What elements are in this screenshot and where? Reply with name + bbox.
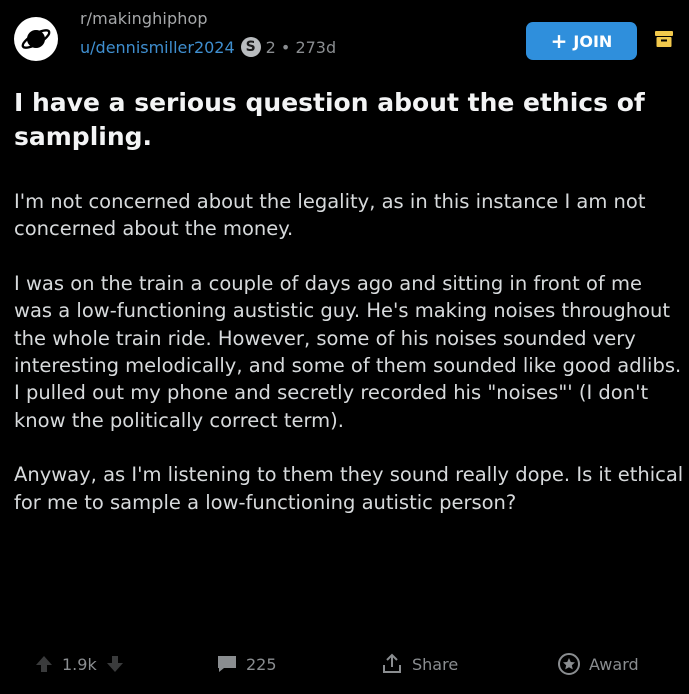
award-icon	[558, 653, 580, 675]
share-button[interactable]: Share	[380, 646, 458, 682]
downvote-arrow-icon[interactable]	[105, 654, 125, 674]
share-label: Share	[412, 654, 459, 674]
body-paragraph: I was on the train a couple of days ago …	[14, 271, 682, 432]
body-paragraph: I'm not concerned about the legality, as…	[14, 190, 646, 241]
post-body: I'm not concerned about the legality, as…	[14, 188, 684, 543]
join-button-label: JOIN	[573, 31, 613, 51]
vote-group: 1.9k	[34, 646, 125, 682]
subreddit-name[interactable]: r/makinghiphop	[80, 9, 208, 28]
post-title[interactable]: I have a serious question about the ethi…	[14, 86, 674, 154]
join-button[interactable]: + JOIN	[526, 22, 637, 60]
award-button[interactable]: Award	[557, 646, 639, 682]
comments-button[interactable]: 225	[216, 646, 277, 682]
post-meta: u/dennismiller2024 S 2 • 273d	[80, 37, 336, 57]
post-card: r/makinghiphop u/dennismiller2024 S 2 • …	[0, 0, 689, 694]
post-meta-suffix: 2 • 273d	[265, 37, 337, 57]
action-bar: 1.9k 225 Share Award	[0, 646, 689, 686]
share-icon	[383, 653, 401, 673]
body-paragraph: Anyway, as I'm listening to them they so…	[14, 463, 684, 514]
vote-count: 1.9k	[62, 654, 97, 674]
award-label: Award	[589, 654, 639, 674]
archive-box-icon[interactable]	[653, 28, 675, 50]
author-username[interactable]: u/dennismiller2024	[80, 38, 235, 57]
subreddit-avatar[interactable]	[14, 17, 58, 61]
comment-bubble-icon	[218, 656, 236, 672]
user-status-icon: S	[240, 37, 261, 57]
plus-icon: +	[550, 29, 568, 53]
planet-avatar-icon	[21, 29, 51, 49]
upvote-arrow-icon[interactable]	[34, 654, 54, 674]
comment-count: 225	[246, 654, 277, 674]
